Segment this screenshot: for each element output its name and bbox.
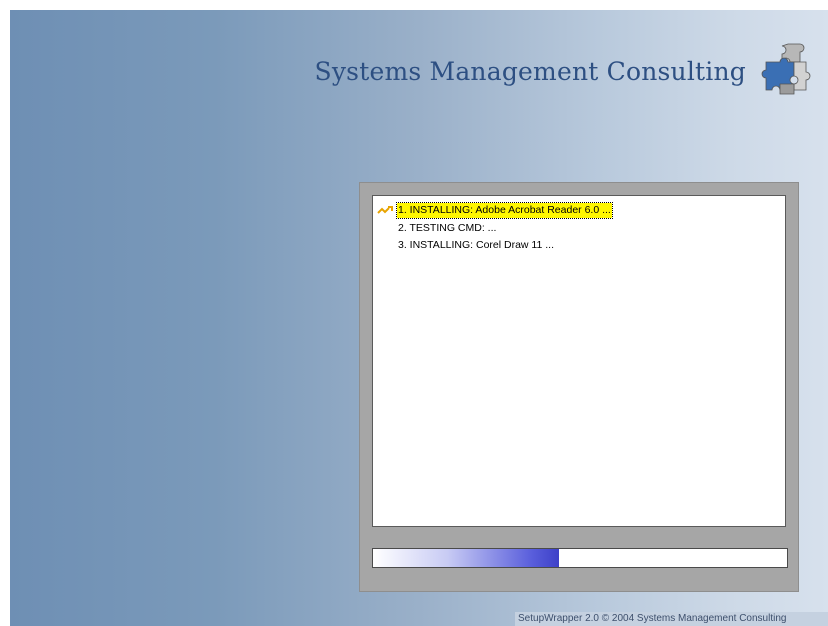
- installer-window: Systems Management Consulting 1. INSTALL…: [10, 10, 828, 626]
- progress-fill: [373, 549, 560, 567]
- brand-title: Systems Management Consulting: [314, 57, 746, 86]
- puzzle-pieces-icon: [761, 43, 811, 95]
- task-label: 2. TESTING CMD: ...: [398, 222, 497, 234]
- task-label: 1. INSTALLING: Adobe Acrobat Reader 6.0 …: [396, 202, 613, 219]
- copyright-footer: SetupWrapper 2.0 © 2004 Systems Manageme…: [515, 612, 828, 626]
- progress-bar: [372, 548, 788, 568]
- task-list[interactable]: 1. INSTALLING: Adobe Acrobat Reader 6.0 …: [372, 195, 786, 527]
- in-progress-arrow-icon: [377, 206, 393, 214]
- install-panel: 1. INSTALLING: Adobe Acrobat Reader 6.0 …: [359, 182, 799, 592]
- task-label: 3. INSTALLING: Corel Draw 11 ...: [398, 239, 554, 251]
